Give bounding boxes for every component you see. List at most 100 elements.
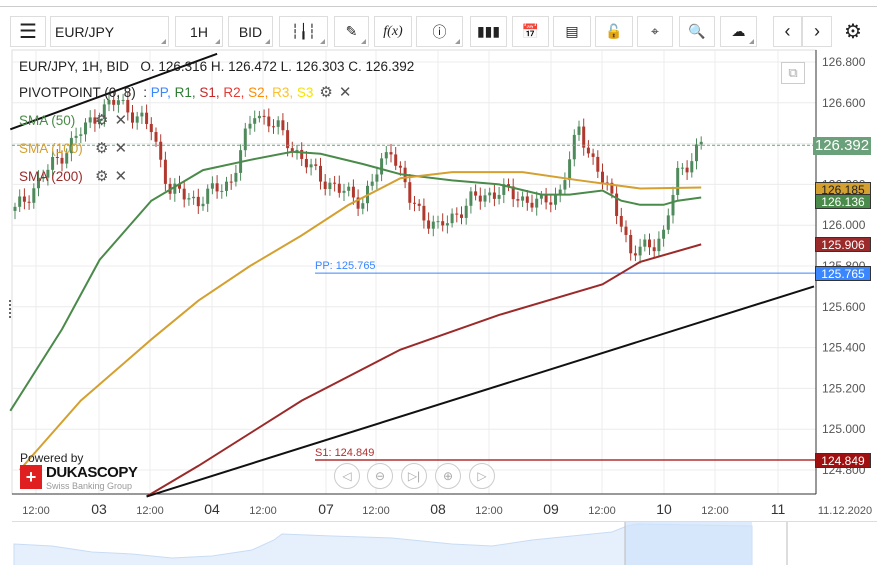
pivot-settings-icon[interactable]: ⚙	[319, 83, 332, 101]
ohlc-values: O. 126.316 H. 126.472 L. 126.303 C. 126.…	[140, 59, 415, 74]
pivot-item-s2: S2,	[248, 85, 273, 100]
navigator[interactable]	[12, 521, 877, 565]
candle	[262, 115, 266, 117]
candle	[182, 188, 186, 200]
candle	[140, 112, 144, 117]
candle	[530, 202, 534, 208]
pivot-item-pp: PP,	[150, 85, 175, 100]
candle	[633, 253, 637, 256]
candle	[417, 203, 421, 206]
candle	[624, 226, 628, 235]
candle	[163, 159, 167, 184]
candle	[159, 141, 163, 160]
y-tick-label: 126.600	[822, 96, 866, 110]
pivot-close-icon[interactable]: ✕	[339, 83, 352, 101]
pan-right-button[interactable]: ▷	[469, 463, 495, 489]
pan-left-button[interactable]: ◁	[334, 463, 360, 489]
zoom-in-button[interactable]: ⊕	[435, 463, 461, 489]
sma-settings-icon[interactable]: ⚙	[95, 139, 108, 157]
popout-button[interactable]: ⧉	[781, 62, 805, 84]
candle	[699, 141, 703, 145]
x-tick-label: 11	[771, 501, 786, 517]
candle	[55, 157, 59, 159]
candle	[257, 115, 261, 119]
pivot-item-r1: R1,	[174, 85, 200, 100]
candle	[549, 202, 553, 205]
sma-legend: SMA (50) ⚙ ✕	[19, 111, 127, 129]
candle	[74, 135, 78, 138]
sma-settings-icon[interactable]: ⚙	[95, 167, 108, 185]
pivot-item-r2: R2,	[223, 85, 249, 100]
candle	[554, 194, 557, 205]
candle	[657, 238, 661, 252]
candle	[521, 196, 525, 201]
candle	[629, 234, 633, 254]
candle	[27, 201, 31, 203]
go-latest-button[interactable]: ▷|	[401, 463, 427, 489]
candle	[220, 190, 224, 192]
sma-close-icon[interactable]: ✕	[114, 139, 127, 157]
x-tick-label: 03	[91, 501, 107, 517]
candle	[492, 192, 496, 199]
candle	[488, 192, 492, 196]
x-tick-label: 12:00	[362, 505, 390, 517]
candle	[370, 181, 374, 186]
candle	[671, 194, 675, 216]
candle	[314, 164, 318, 166]
y-tick-label: 125.600	[822, 300, 866, 314]
candle	[225, 181, 228, 191]
candle	[596, 156, 600, 172]
price-chart[interactable]: 126.800126.600126.400126.200126.000125.8…	[0, 0, 877, 521]
candle	[619, 215, 623, 227]
candle	[337, 183, 341, 193]
candle	[192, 196, 196, 199]
candle	[591, 153, 595, 157]
candle	[210, 183, 214, 189]
candle	[206, 188, 210, 204]
candle	[201, 203, 205, 207]
y-tick-label: 126.000	[822, 218, 866, 232]
s1-label: S1: 124.849	[315, 447, 374, 459]
x-tick-label: 08	[430, 501, 446, 517]
candle	[695, 144, 698, 162]
pivot-item-r3: R3,	[272, 85, 297, 100]
candle	[413, 202, 416, 204]
ohlc-legend: EUR/JPY, 1H, BID O. 126.316 H. 126.472 L…	[19, 59, 414, 74]
candle	[145, 112, 149, 124]
zoom-out-button[interactable]: ⊖	[367, 463, 393, 489]
candle	[568, 159, 572, 181]
candle	[60, 157, 64, 164]
sma-close-icon[interactable]: ✕	[114, 167, 127, 185]
candle	[539, 195, 543, 199]
candle	[577, 126, 581, 135]
candle	[652, 247, 656, 252]
candle	[361, 203, 365, 209]
sma-legend: SMA (200) ⚙ ✕	[19, 167, 127, 185]
candle	[525, 196, 529, 203]
candle	[408, 182, 412, 203]
sma-close-icon[interactable]: ✕	[114, 111, 127, 129]
candle	[79, 134, 83, 136]
candle	[422, 205, 426, 221]
sma-settings-icon[interactable]: ⚙	[95, 111, 108, 129]
candle	[516, 199, 520, 201]
candle	[497, 194, 501, 199]
y-tick-label: 125.400	[822, 341, 866, 355]
sma-legend: SMA (100) ⚙ ✕	[19, 139, 127, 157]
x-tick-label: 10	[656, 501, 672, 517]
candle	[22, 196, 26, 202]
candle	[389, 152, 393, 155]
candle	[131, 112, 134, 123]
candle	[398, 165, 402, 168]
candle	[483, 195, 487, 202]
candle	[323, 181, 327, 190]
x-tick-label: 12:00	[588, 505, 616, 517]
y-tick-label: 125.000	[822, 422, 866, 436]
candle	[460, 214, 463, 218]
pp-label: PP: 125.765	[315, 260, 376, 272]
x-tick-label: 12:00	[475, 505, 503, 517]
pivot-legend: PIVOTPOINT (0, 8) : PP, R1, S1, R2, S2, …	[19, 83, 352, 101]
y-tick-label: 126.800	[822, 55, 866, 69]
candle	[643, 239, 647, 247]
candle	[187, 198, 191, 200]
